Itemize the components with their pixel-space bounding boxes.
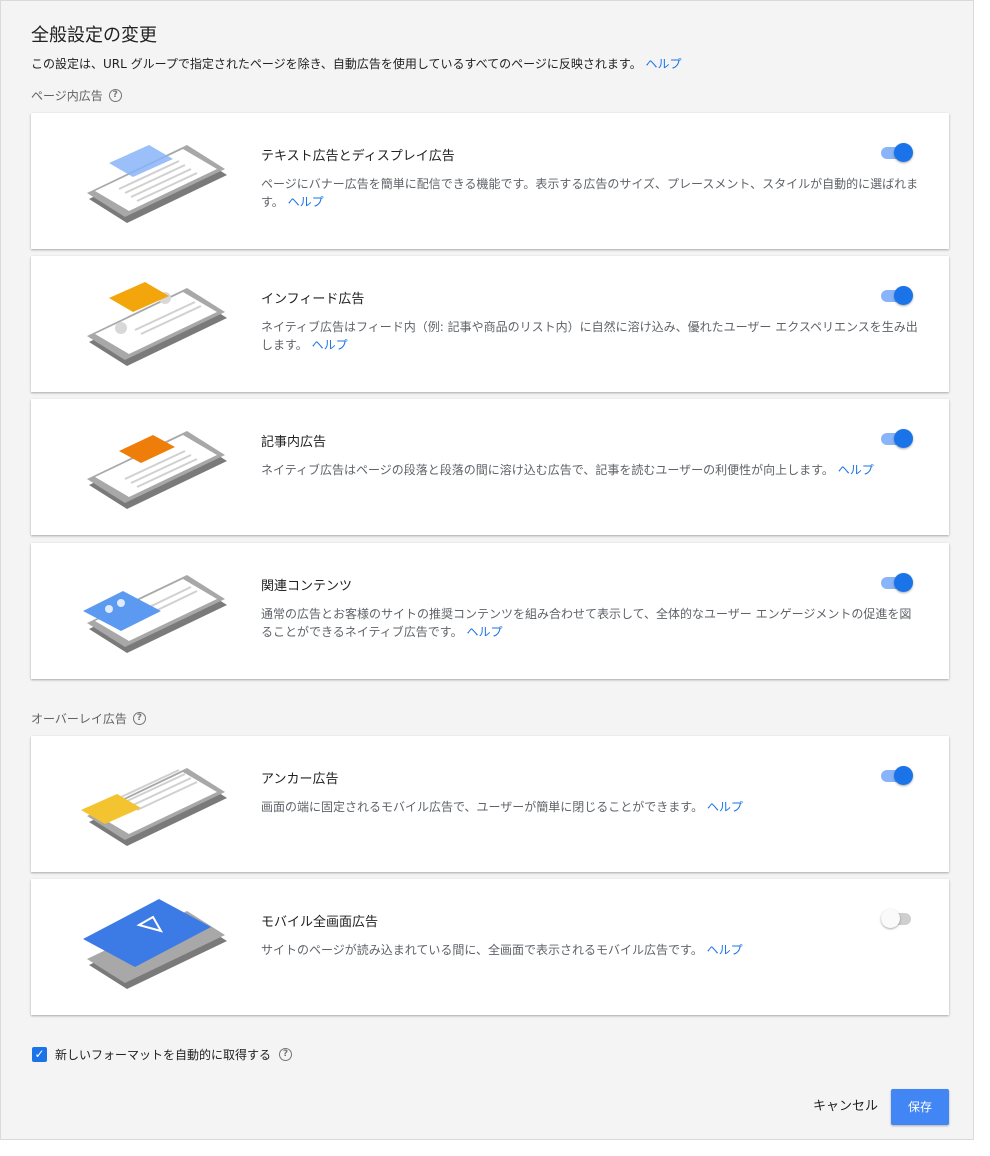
toggle-thumb xyxy=(894,143,913,162)
settings-dialog: 全般設定の変更 この設定は、URL グループで指定されたページを除き、自動広告を… xyxy=(0,0,974,1140)
vignette-ads-toggle[interactable] xyxy=(881,909,913,929)
ad-format-card-in-feed: インフィード広告 ネイティブ広告はフィード内（例: 記事や商品のリスト内）に自然… xyxy=(31,256,949,392)
help-icon[interactable]: ? xyxy=(279,1048,293,1061)
ad-format-card-text-display: テキスト広告とディスプレイ広告 ページにバナー広告を簡単に配信できる機能です。表… xyxy=(31,113,949,249)
card-description: 通常の広告とお客様のサイトの推奨コンテンツを組み合わせて表示して、全体的なユーザ… xyxy=(261,605,921,641)
card-help-link[interactable]: ヘルプ xyxy=(466,625,502,639)
anchor-ads-toggle[interactable] xyxy=(881,766,913,786)
matched-content-illustration-icon xyxy=(83,575,227,653)
card-description-text: 画面の端に固定されるモバイル広告で、ユーザーが簡単に閉じることができます。 xyxy=(261,800,704,814)
vignette-ads-illustration-icon xyxy=(83,899,227,989)
card-description: ページにバナー広告を簡単に配信できる機能です。表示する広告のサイズ、プレースメン… xyxy=(261,175,921,211)
dialog-title: 全般設定の変更 xyxy=(31,25,157,46)
auto-formats-checkbox[interactable]: ✓ xyxy=(32,1047,47,1062)
dialog-subtitle: この設定は、URL グループで指定されたページを除き、自動広告を使用しているすべ… xyxy=(31,55,682,72)
card-title: 記事内広告 xyxy=(261,435,327,450)
card-description: ネイティブ広告はページの段落と段落の間に溶け込む広告で、記事を読むユーザーの利便… xyxy=(261,461,921,479)
matched-content-toggle[interactable] xyxy=(881,573,913,593)
section-label-in-page: ページ内広告 ? xyxy=(31,87,122,104)
section-label-overlay-text: オーバーレイ広告 xyxy=(31,712,127,726)
card-description-text: ネイティブ広告はフィード内（例: 記事や商品のリスト内）に自然に溶け込み、優れた… xyxy=(261,320,918,352)
cancel-button[interactable]: キャンセル xyxy=(807,1089,884,1125)
subtitle-help-link[interactable]: ヘルプ xyxy=(646,57,682,71)
card-description-text: サイトのページが読み込まれている間に、全画面で表示されるモバイル広告です。 xyxy=(261,943,703,957)
card-help-link[interactable]: ヘルプ xyxy=(312,338,348,352)
card-title: テキスト広告とディスプレイ広告 xyxy=(261,149,455,164)
card-help-link[interactable]: ヘルプ xyxy=(288,195,324,209)
section-label-overlay: オーバーレイ広告 ? xyxy=(31,710,146,727)
in-article-ads-toggle[interactable] xyxy=(881,429,913,449)
toggle-thumb xyxy=(881,909,900,928)
ad-format-card-vignette: モバイル全画面広告 サイトのページが読み込まれている間に、全画面で表示されるモバ… xyxy=(31,879,949,1015)
toggle-thumb xyxy=(894,429,913,448)
card-description-text: ページにバナー広告を簡単に配信できる機能です。表示する広告のサイズ、プレースメン… xyxy=(261,177,919,209)
card-description-text: 通常の広告とお客様のサイトの推奨コンテンツを組み合わせて表示して、全体的なユーザ… xyxy=(261,607,912,639)
ad-format-card-matched-content: 関連コンテンツ 通常の広告とお客様のサイトの推奨コンテンツを組み合わせて表示して… xyxy=(31,543,949,679)
card-title: インフィード広告 xyxy=(261,292,365,307)
card-help-link[interactable]: ヘルプ xyxy=(707,943,743,957)
card-description: 画面の端に固定されるモバイル広告で、ユーザーが簡単に閉じることができます。 ヘル… xyxy=(261,798,921,816)
card-description-text: ネイティブ広告はページの段落と段落の間に溶け込む広告で、記事を読むユーザーの利便… xyxy=(261,463,834,477)
card-description: サイトのページが読み込まれている間に、全画面で表示されるモバイル広告です。 ヘル… xyxy=(261,941,921,959)
help-icon[interactable]: ? xyxy=(108,89,122,102)
card-description: ネイティブ広告はフィード内（例: 記事や商品のリスト内）に自然に溶け込み、優れた… xyxy=(261,318,921,354)
subtitle-text: この設定は、URL グループで指定されたページを除き、自動広告を使用しているすべ… xyxy=(31,57,642,71)
toggle-thumb xyxy=(894,573,913,592)
auto-formats-row: ✓ 新しいフォーマットを自動的に取得する ? xyxy=(32,1046,293,1063)
in-feed-ads-toggle[interactable] xyxy=(881,286,913,306)
toggle-thumb xyxy=(894,766,913,785)
ad-format-card-in-article: 記事内広告 ネイティブ広告はページの段落と段落の間に溶け込む広告で、記事を読むユ… xyxy=(31,399,949,535)
card-title: 関連コンテンツ xyxy=(261,579,353,594)
text-display-ads-illustration-icon xyxy=(87,145,227,223)
auto-formats-label[interactable]: 新しいフォーマットを自動的に取得する xyxy=(55,1046,271,1063)
card-help-link[interactable]: ヘルプ xyxy=(707,800,743,814)
save-button[interactable]: 保存 xyxy=(891,1089,949,1125)
card-title: アンカー広告 xyxy=(261,772,339,787)
in-article-ads-illustration-icon xyxy=(87,431,227,509)
card-help-link[interactable]: ヘルプ xyxy=(838,463,874,477)
card-title: モバイル全画面広告 xyxy=(261,915,379,930)
help-icon[interactable]: ? xyxy=(132,712,146,725)
anchor-ads-illustration-icon xyxy=(81,768,227,846)
toggle-thumb xyxy=(894,286,913,305)
in-feed-ads-illustration-icon xyxy=(87,282,227,366)
section-label-in-page-text: ページ内広告 xyxy=(31,89,103,103)
ad-format-card-anchor: アンカー広告 画面の端に固定されるモバイル広告で、ユーザーが簡単に閉じることがで… xyxy=(31,736,949,872)
text-display-ads-toggle[interactable] xyxy=(881,143,913,163)
